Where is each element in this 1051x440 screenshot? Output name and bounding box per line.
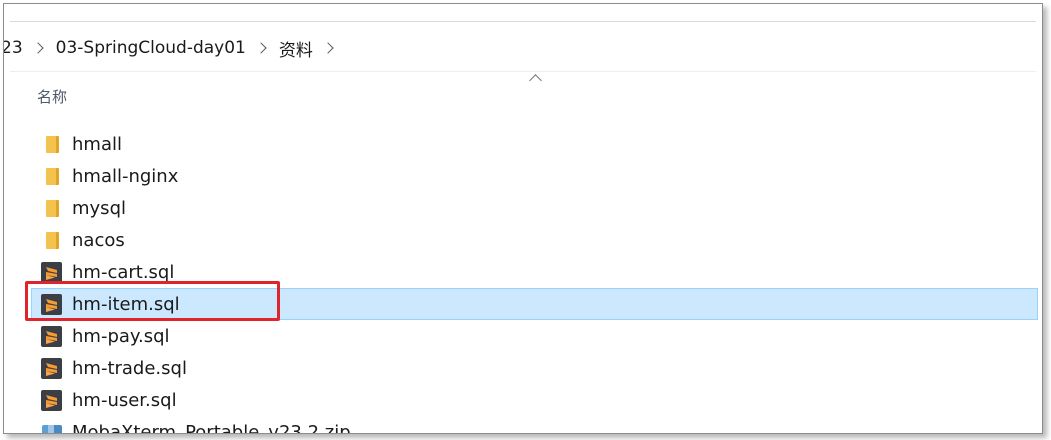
folder-icon xyxy=(41,133,63,155)
folder-icon xyxy=(41,197,63,219)
breadcrumb: 23 03-SpringCloud-day01 资料 xyxy=(4,30,343,66)
folder-icon xyxy=(41,165,63,187)
breadcrumb-item-parent[interactable]: 23 xyxy=(4,38,26,58)
sql-file-icon xyxy=(41,325,63,347)
toolbar-divider xyxy=(10,21,1036,22)
file-row[interactable]: hm-trade.sql xyxy=(31,352,1038,384)
zip-file-icon xyxy=(41,421,63,433)
file-row[interactable]: nacos xyxy=(31,224,1038,256)
file-row[interactable]: hm-item.sql xyxy=(31,288,1038,320)
address-divider xyxy=(10,71,1036,72)
chevron-right-icon[interactable] xyxy=(31,42,44,54)
sort-ascending-icon xyxy=(529,74,542,87)
file-name: hmall-nginx xyxy=(72,165,179,187)
sql-file-icon xyxy=(41,293,63,315)
file-name: mysql xyxy=(72,197,126,219)
file-row[interactable]: hmall xyxy=(31,128,1038,160)
sql-file-icon xyxy=(41,389,63,411)
sql-file-icon xyxy=(41,261,63,283)
file-name: hm-trade.sql xyxy=(72,357,187,379)
file-name: hm-item.sql xyxy=(72,293,180,315)
chevron-right-icon[interactable] xyxy=(255,42,267,54)
explorer-window: 23 03-SpringCloud-day01 资料 名称 hmall hmall… xyxy=(3,3,1043,434)
sql-file-icon xyxy=(41,357,63,379)
file-row[interactable]: MobaXterm_Portable_v23.2.zip xyxy=(31,416,1038,434)
breadcrumb-item-springcloud[interactable]: 03-SpringCloud-day01 xyxy=(53,38,249,58)
file-row[interactable]: hmall-nginx xyxy=(31,160,1038,192)
file-row[interactable]: hm-pay.sql xyxy=(31,320,1038,352)
file-name: hmall xyxy=(72,133,122,155)
breadcrumb-item-current[interactable]: 资料 xyxy=(276,36,316,61)
file-name: hm-cart.sql xyxy=(72,261,175,283)
file-name: nacos xyxy=(72,229,125,251)
file-row[interactable]: hm-user.sql xyxy=(31,384,1038,416)
file-name: hm-pay.sql xyxy=(72,325,170,347)
file-row[interactable]: hm-cart.sql xyxy=(31,256,1038,288)
file-name: MobaXterm_Portable_v23.2.zip xyxy=(72,421,351,434)
file-name: hm-user.sql xyxy=(72,389,177,411)
chevron-right-icon[interactable] xyxy=(322,42,334,54)
folder-icon xyxy=(41,229,63,251)
file-row[interactable]: mysql xyxy=(31,192,1038,224)
column-header-name[interactable]: 名称 xyxy=(37,86,67,107)
